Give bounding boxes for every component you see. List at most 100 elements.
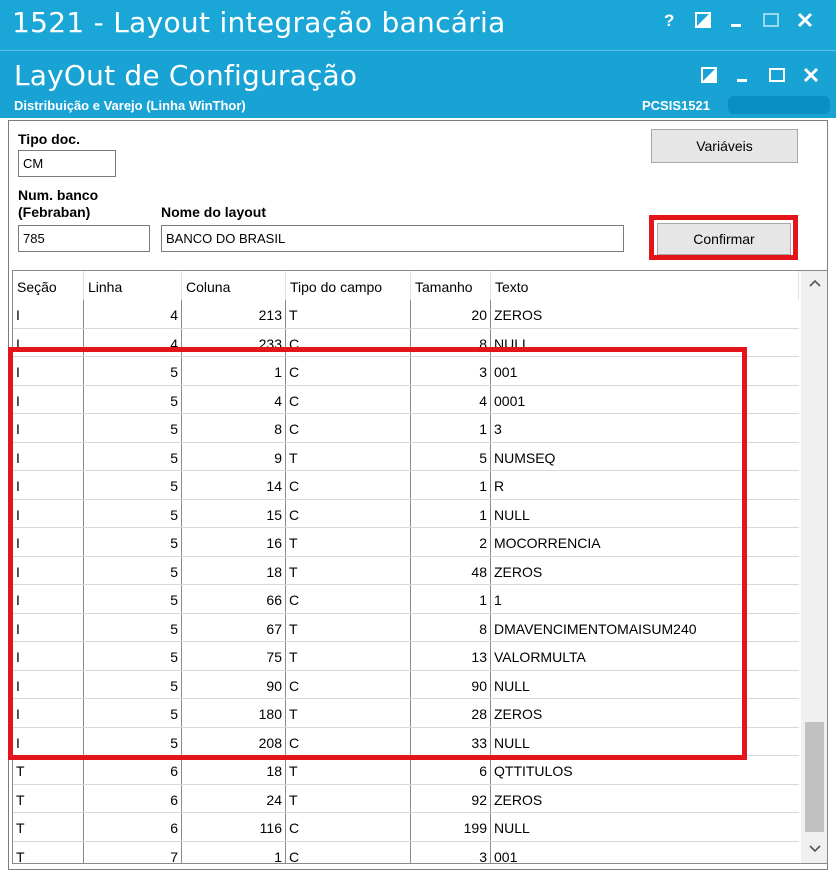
table-row[interactable]: I58C13: [13, 414, 799, 443]
cell-texto[interactable]: MOCORRENCIA: [491, 528, 799, 556]
cell-texto[interactable]: DMAVENCIMENTOMAISUM240: [491, 614, 799, 642]
cell-secao[interactable]: I: [13, 328, 84, 356]
variaveis-button[interactable]: Variáveis: [651, 129, 798, 163]
form-maximize-icon[interactable]: [760, 61, 794, 89]
cell-secao[interactable]: T: [13, 841, 84, 863]
table-row[interactable]: I 4 233 C 8 NULL: [13, 328, 799, 357]
cell-linha[interactable]: 5: [84, 613, 182, 641]
cell-texto[interactable]: 001: [491, 842, 799, 864]
cell-linha[interactable]: 4: [84, 328, 182, 356]
cell-tipo-campo[interactable]: T: [286, 613, 411, 641]
cell-secao[interactable]: T: [13, 756, 84, 784]
cell-tipo-campo[interactable]: T: [286, 642, 411, 670]
cell-linha[interactable]: 5: [84, 727, 182, 755]
cell-texto[interactable]: 001: [491, 357, 799, 385]
cell-secao[interactable]: I: [13, 528, 84, 556]
cell-tipo-campo[interactable]: T: [286, 528, 411, 556]
cell-linha[interactable]: 5: [84, 585, 182, 613]
table-row[interactable]: I 5 66 C 1 1: [13, 585, 799, 614]
cell-coluna[interactable]: 233: [182, 328, 286, 356]
scroll-down-icon[interactable]: [801, 837, 827, 861]
cell-tamanho[interactable]: 1: [411, 414, 491, 442]
cell-secao[interactable]: T: [13, 784, 84, 812]
cell-secao[interactable]: I: [13, 300, 84, 328]
cell-texto[interactable]: 0001: [491, 386, 799, 414]
vertical-scrollbar[interactable]: [801, 271, 827, 863]
cell-secao[interactable]: I: [13, 585, 84, 613]
cell-linha[interactable]: 7: [84, 841, 182, 863]
cell-linha[interactable]: 5: [84, 670, 182, 698]
header-tipo-campo[interactable]: Tipo do campo: [286, 271, 411, 300]
cell-tipo-campo[interactable]: T: [286, 699, 411, 727]
cell-tamanho[interactable]: 199: [411, 813, 491, 841]
cell-linha[interactable]: 6: [84, 813, 182, 841]
cell-linha[interactable]: 5: [84, 556, 182, 584]
cell-tamanho[interactable]: 6: [411, 756, 491, 784]
cell-linha[interactable]: 5: [84, 442, 182, 470]
nome-layout-field[interactable]: BANCO DO BRASIL: [161, 225, 624, 252]
cell-coluna[interactable]: 1: [182, 841, 286, 863]
cell-texto[interactable]: R: [491, 471, 799, 499]
cell-texto[interactable]: NULL: [491, 813, 799, 841]
cell-tamanho[interactable]: 33: [411, 727, 491, 755]
table-row[interactable]: I 5 180 T 28 ZEROS: [13, 699, 799, 728]
cell-coluna[interactable]: 8: [182, 414, 286, 442]
cell-linha[interactable]: 5: [84, 357, 182, 385]
cell-coluna[interactable]: 9: [182, 442, 286, 470]
header-secao[interactable]: Seção: [13, 271, 84, 300]
table-row[interactable]: T 6 18 T 6 QTTITULOS: [13, 756, 799, 785]
cell-tamanho[interactable]: 2: [411, 528, 491, 556]
cell-secao[interactable]: I: [13, 442, 84, 470]
cell-texto[interactable]: ZEROS: [491, 699, 799, 727]
cell-secao[interactable]: I: [13, 556, 84, 584]
cell-tamanho[interactable]: 3: [411, 841, 491, 863]
cell-tipo-campo[interactable]: C: [286, 841, 411, 863]
cell-tipo-campo[interactable]: C: [286, 414, 411, 442]
cell-tipo-campo[interactable]: C: [286, 727, 411, 755]
cell-tamanho[interactable]: 5: [411, 442, 491, 470]
cell-tipo-campo[interactable]: C: [286, 471, 411, 499]
cell-texto[interactable]: 3: [491, 414, 799, 442]
cell-linha[interactable]: 5: [84, 471, 182, 499]
restore-icon[interactable]: [686, 6, 720, 34]
cell-tipo-campo[interactable]: C: [286, 328, 411, 356]
table-row[interactable]: I 5 208 C 33 NULL: [13, 727, 799, 756]
cell-coluna[interactable]: 66: [182, 585, 286, 613]
cell-coluna[interactable]: 75: [182, 642, 286, 670]
confirmar-button[interactable]: Confirmar: [657, 223, 791, 255]
cell-coluna[interactable]: 18: [182, 556, 286, 584]
cell-texto[interactable]: NULL: [491, 500, 799, 528]
cell-secao[interactable]: T: [13, 813, 84, 841]
cell-tipo-campo[interactable]: C: [286, 357, 411, 385]
form-minimize-icon[interactable]: [726, 61, 760, 89]
cell-linha[interactable]: 5: [84, 385, 182, 413]
cell-coluna[interactable]: 18: [182, 756, 286, 784]
header-linha[interactable]: Linha: [84, 271, 182, 300]
cell-secao[interactable]: I: [13, 699, 84, 727]
form-restore-icon[interactable]: [692, 61, 726, 89]
table-row[interactable]: I 5 9 T 5 NUMSEQ: [13, 442, 799, 471]
cell-linha[interactable]: 6: [84, 756, 182, 784]
cell-texto[interactable]: VALORMULTA: [491, 642, 799, 670]
cell-secao[interactable]: I: [13, 414, 84, 442]
help-icon[interactable]: ?: [652, 6, 686, 34]
table-row[interactable]: I 5 90 C 90 NULL: [13, 670, 799, 699]
cell-tamanho[interactable]: 1: [411, 585, 491, 613]
cell-tipo-campo[interactable]: T: [286, 556, 411, 584]
cell-coluna[interactable]: 180: [182, 699, 286, 727]
maximize-icon[interactable]: [754, 6, 788, 34]
cell-linha[interactable]: 5: [84, 528, 182, 556]
header-texto[interactable]: Texto: [491, 271, 799, 300]
cell-texto[interactable]: 1: [491, 585, 799, 613]
cell-tipo-campo[interactable]: C: [286, 385, 411, 413]
table-row[interactable]: I 5 14 C 1 R: [13, 471, 799, 500]
cell-tamanho[interactable]: 13: [411, 642, 491, 670]
table-row[interactable]: I 5 4 C 4 0001: [13, 385, 799, 414]
cell-coluna[interactable]: 15: [182, 499, 286, 527]
cell-coluna[interactable]: 1: [182, 357, 286, 385]
scroll-up-icon[interactable]: [801, 271, 827, 295]
form-close-icon[interactable]: [794, 61, 828, 89]
cell-tamanho[interactable]: 1: [411, 499, 491, 527]
cell-secao[interactable]: I: [13, 357, 84, 385]
cell-tamanho[interactable]: 4: [411, 385, 491, 413]
